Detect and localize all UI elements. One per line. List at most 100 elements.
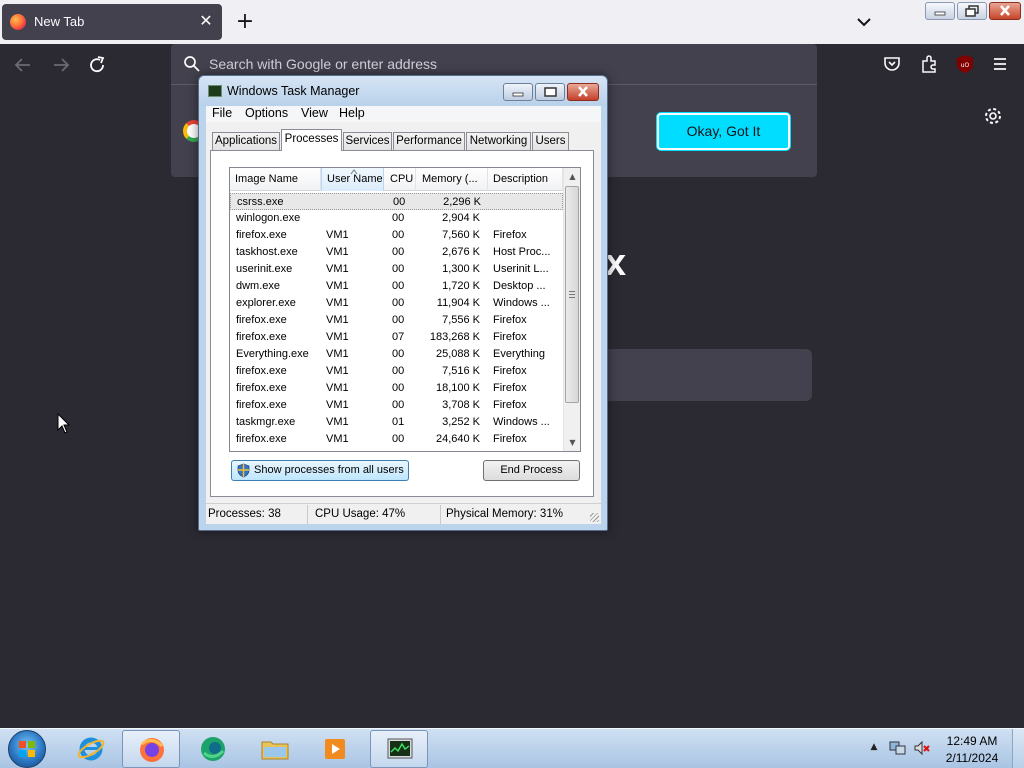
taskbar-media-player[interactable] xyxy=(306,730,364,768)
menu-options[interactable]: Options xyxy=(245,106,288,120)
process-row[interactable]: dwm.exe VM1 00 1,720 K Desktop ... xyxy=(230,278,563,295)
tab-users[interactable]: Users xyxy=(532,132,569,150)
resize-grip-icon[interactable] xyxy=(590,513,599,522)
process-image-name: taskhost.exe xyxy=(236,246,298,258)
process-description: Host Proc... xyxy=(493,246,551,258)
process-row[interactable]: explorer.exe VM1 00 11,904 K Windows ... xyxy=(230,295,563,312)
process-row[interactable]: firefox.exe VM1 00 7,560 K Firefox xyxy=(230,227,563,244)
chevron-down-icon[interactable] xyxy=(852,10,876,34)
ublock-origin-icon[interactable]: uO xyxy=(954,53,976,75)
forward-arrow-icon[interactable] xyxy=(48,52,74,78)
scroll-up-arrow-icon[interactable]: ▲ xyxy=(564,168,580,185)
close-button[interactable] xyxy=(567,83,599,101)
back-arrow-icon[interactable] xyxy=(10,52,36,78)
start-button[interactable] xyxy=(8,730,46,768)
tab-services[interactable]: Services xyxy=(343,132,392,150)
svg-text:uO: uO xyxy=(961,62,970,69)
process-description: Windows ... xyxy=(493,416,550,428)
process-memory: 3,252 K xyxy=(442,416,480,428)
taskbar-edge[interactable] xyxy=(184,730,242,768)
process-image-name: firefox.exe xyxy=(236,399,287,411)
address-bar-input[interactable] xyxy=(209,52,799,76)
menu-help[interactable]: Help xyxy=(339,106,365,120)
newtab-search-box[interactable] xyxy=(600,349,812,401)
windows-logo-icon xyxy=(19,741,35,757)
process-description: Desktop ... xyxy=(493,280,546,292)
maximize-button[interactable] xyxy=(535,83,565,101)
column-memory[interactable]: Memory (... xyxy=(417,168,488,191)
process-image-name: firefox.exe xyxy=(236,433,287,445)
process-row[interactable]: csrss.exe 00 2,296 K xyxy=(230,193,563,210)
process-row[interactable]: Everything.exe VM1 00 25,088 K Everything xyxy=(230,346,563,363)
column-cpu[interactable]: CPU xyxy=(385,168,416,191)
taskbar-file-explorer[interactable] xyxy=(246,730,304,768)
process-user-name: VM1 xyxy=(326,297,349,309)
taskbar-task-manager[interactable] xyxy=(370,730,428,768)
process-memory: 24,640 K xyxy=(435,433,480,445)
process-image-name: explorer.exe xyxy=(236,297,296,309)
process-memory: 1,720 K xyxy=(442,280,480,292)
tab-processes[interactable]: Processes xyxy=(281,129,342,151)
process-row[interactable]: taskhost.exe VM1 00 2,676 K Host Proc... xyxy=(230,244,563,261)
okay-got-it-button[interactable]: Okay, Got It xyxy=(657,113,790,150)
process-user-name: VM1 xyxy=(326,433,349,445)
process-memory: 2,676 K xyxy=(442,246,480,258)
scrollbar[interactable]: ▲ ▼ xyxy=(563,168,580,451)
hamburger-menu-icon[interactable] xyxy=(989,53,1011,75)
process-row[interactable]: winlogon.exe 00 2,904 K xyxy=(230,210,563,227)
menu-file[interactable]: File xyxy=(212,106,232,120)
process-row[interactable]: firefox.exe VM1 00 3,708 K Firefox xyxy=(230,397,563,414)
process-image-name: userinit.exe xyxy=(236,263,293,275)
clock-time[interactable]: 12:49 AM xyxy=(940,734,1004,748)
extensions-icon[interactable] xyxy=(918,53,940,75)
menu-view[interactable]: View xyxy=(301,106,328,120)
volume-muted-icon[interactable] xyxy=(913,739,931,757)
reload-icon[interactable] xyxy=(84,52,110,78)
show-all-processes-button[interactable]: Show processes from all users xyxy=(231,460,409,481)
process-cpu: 00 xyxy=(392,365,405,377)
process-memory: 3,708 K xyxy=(442,399,480,411)
tab-applications[interactable]: Applications xyxy=(212,132,280,150)
process-row[interactable]: firefox.exe VM1 00 7,556 K Firefox xyxy=(230,312,563,329)
uac-shield-icon xyxy=(237,463,250,478)
process-image-name: Everything.exe xyxy=(236,348,309,360)
internet-explorer-icon xyxy=(77,737,105,761)
process-description: Firefox xyxy=(493,331,527,343)
new-tab-button[interactable]: + xyxy=(232,9,258,35)
taskbar-internet-explorer[interactable] xyxy=(62,730,120,768)
process-description: Firefox xyxy=(493,229,527,241)
task-manager-titlebar[interactable]: Windows Task Manager xyxy=(199,76,607,106)
column-description[interactable]: Description xyxy=(488,168,563,191)
process-image-name: firefox.exe xyxy=(236,331,287,343)
tab-new-tab[interactable]: New Tab ✕ xyxy=(2,4,222,40)
process-memory: 7,556 K xyxy=(442,314,480,326)
show-desktop-button[interactable] xyxy=(1012,729,1024,768)
clock-date[interactable]: 2/11/2024 xyxy=(940,751,1004,765)
close-button[interactable] xyxy=(989,2,1021,20)
end-process-button[interactable]: End Process xyxy=(483,460,580,481)
network-icon[interactable] xyxy=(889,739,907,757)
taskbar: ▲ 12:49 AM 2/11/2024 xyxy=(0,728,1024,768)
pocket-icon[interactable] xyxy=(881,53,903,75)
process-row[interactable]: firefox.exe VM1 07 183,268 K Firefox xyxy=(230,329,563,346)
column-image-name[interactable]: Image Name xyxy=(230,168,321,191)
gear-icon[interactable] xyxy=(982,105,1004,127)
minimize-button[interactable] xyxy=(503,83,533,101)
tab-networking[interactable]: Networking xyxy=(466,132,531,150)
scrollbar-thumb[interactable] xyxy=(565,186,579,403)
tab-performance[interactable]: Performance xyxy=(393,132,465,150)
process-memory: 7,516 K xyxy=(442,365,480,377)
show-hidden-icons-icon[interactable]: ▲ xyxy=(868,741,880,753)
process-row[interactable]: firefox.exe VM1 00 18,100 K Firefox xyxy=(230,380,563,397)
process-description: Firefox xyxy=(493,365,527,377)
process-row[interactable]: taskmgr.exe VM1 01 3,252 K Windows ... xyxy=(230,414,563,431)
process-row[interactable]: userinit.exe VM1 00 1,300 K Userinit L... xyxy=(230,261,563,278)
process-row[interactable]: firefox.exe VM1 00 24,640 K Firefox xyxy=(230,431,563,448)
media-player-icon xyxy=(325,739,345,759)
restore-button[interactable] xyxy=(957,2,987,20)
scroll-down-arrow-icon[interactable]: ▼ xyxy=(564,434,580,451)
minimize-button[interactable] xyxy=(925,2,955,20)
taskbar-firefox[interactable] xyxy=(122,730,180,768)
process-row[interactable]: firefox.exe VM1 00 7,516 K Firefox xyxy=(230,363,563,380)
tab-close-icon[interactable]: ✕ xyxy=(196,11,216,31)
